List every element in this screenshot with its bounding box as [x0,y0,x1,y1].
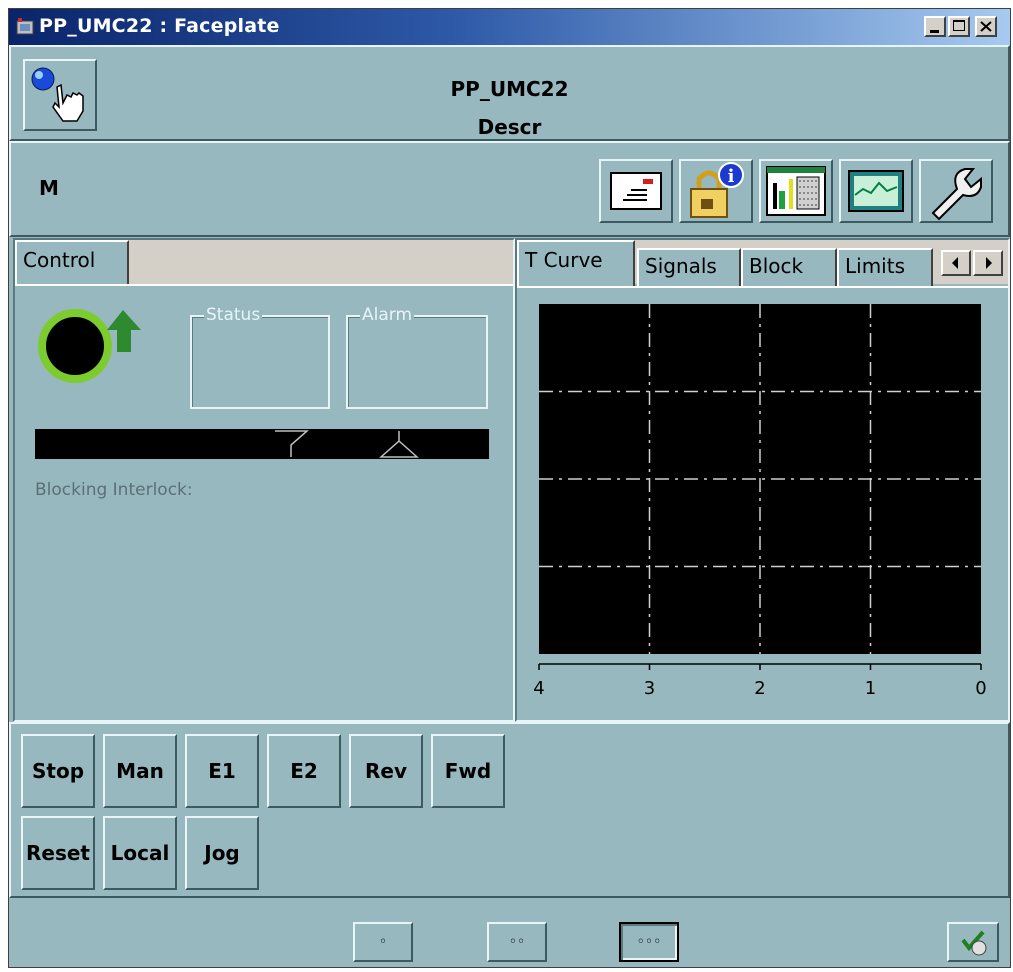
close-button[interactable] [975,16,997,37]
trend-x-tick-label: 3 [644,678,655,699]
reverse-button[interactable]: Rev [349,734,423,808]
tab-control-label: Control [23,248,96,272]
chevron-left-icon [952,257,958,269]
status-group: Status [190,305,330,409]
trend-icon [848,170,904,212]
large-view-icon: ◦◦◦ [636,934,662,950]
blocking-interlock-label: Blocking Interlock: [35,480,193,500]
tab-limits-label: Limits [845,254,905,278]
reset-button[interactable]: Reset [21,816,95,890]
position-bar [35,429,489,459]
tab-scroll-left-button[interactable] [941,250,971,276]
trend-x-tick-label: 0 [975,678,986,699]
small-view-button[interactable]: ◦ [353,922,413,962]
acknowledge-icon [961,930,987,956]
trend-button[interactable] [839,159,913,223]
trend-x-tick-label: 2 [754,678,765,699]
mode-indicator: M [39,176,59,200]
tab-signals[interactable]: Signals [637,248,741,286]
tab-control[interactable]: Control [15,240,129,286]
forward-button[interactable]: Fwd [431,734,505,808]
acknowledge-button[interactable] [947,922,999,962]
maximize-icon [953,20,965,31]
tab-block[interactable]: Block [741,248,837,286]
object-name: PP_UMC22 [450,77,569,101]
manual-button[interactable]: Man [103,734,177,808]
control-panel: Control Status Alarm Blocking Interlock: [13,238,515,722]
faceplate-window: PP_UMC22 : Faceplate PP_UMC22 Descr M i … [8,8,1011,968]
chevron-right-icon [986,257,992,269]
tab-signals-label: Signals [645,254,717,278]
motor-status-icon [38,309,141,383]
window-title: PP_UMC22 : Faceplate [39,15,280,37]
jog-button[interactable]: Jog [185,816,259,890]
wrench-icon [931,168,982,221]
minimize-icon [930,30,939,33]
status-label: Status [204,305,263,325]
app-icon [16,18,34,35]
svg-text:i: i [728,166,735,187]
lock-info-button[interactable]: i [679,159,753,223]
settings-button[interactable] [919,159,993,223]
trend-chart: 4 3 2 1 0 [533,304,987,699]
e1-button[interactable]: E1 [185,734,259,808]
tab-scroll-right-button[interactable] [973,250,1003,276]
trend-x-tick-label: 1 [865,678,876,699]
signals-overview-icon [766,166,826,216]
maximize-button[interactable] [948,16,970,37]
local-button[interactable]: Local [103,816,177,890]
message-button[interactable] [599,159,673,223]
trend-panel: T Curve Signals Block Limits 4 3 2 1 0 [515,238,1010,722]
tab-t-curve[interactable]: T Curve [517,240,635,288]
minimize-button[interactable] [924,16,946,37]
trend-x-tick-label: 4 [533,678,544,699]
large-view-button[interactable]: ◦◦◦ [619,922,679,962]
alarm-group: Alarm [346,305,488,409]
stop-button[interactable]: Stop [21,734,95,808]
message-icon [610,172,662,210]
close-icon [980,21,992,32]
title-bar[interactable]: PP_UMC22 : Faceplate [9,9,1010,45]
setpoint-marker-icon [275,430,309,457]
medium-view-icon: ◦◦ [508,934,526,950]
e2-button[interactable]: E2 [267,734,341,808]
tab-limits[interactable]: Limits [837,248,933,286]
alarm-label: Alarm [360,305,415,325]
medium-view-button[interactable]: ◦◦ [487,922,547,962]
tab-t-curve-label: T Curve [525,248,603,272]
signals-overview-button[interactable] [759,159,833,223]
object-description: Descr [477,115,542,139]
header-panel: PP_UMC22 Descr [9,45,1010,141]
lock-info-icon: i [690,162,744,218]
actual-marker-icon [379,431,419,458]
tab-block-label: Block [749,254,804,278]
small-view-icon: ◦ [378,934,388,950]
